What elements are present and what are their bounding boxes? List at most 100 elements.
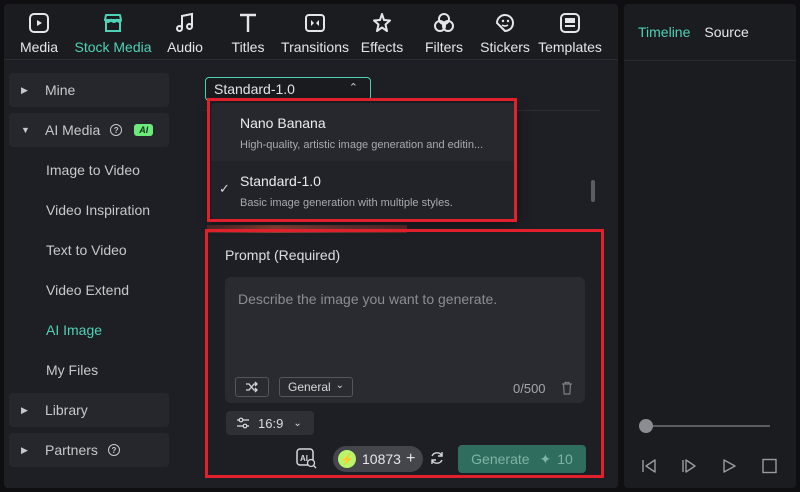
sidebar-item-label: Text to Video [46,242,127,258]
tool-effects[interactable]: Effects [360,4,404,60]
char-count: 0/500 [513,381,546,396]
sidebar-item-label: My Files [46,362,99,378]
sidebar-item-label: Library [45,402,88,418]
prompt-placeholder: Describe the image you want to generate. [238,291,498,307]
option-title: Standard-1.0 [240,173,321,189]
music-note-icon [172,10,198,36]
refresh-icon[interactable] [429,450,445,466]
lightning-icon: ⚡ [338,450,356,468]
playback-controls [640,458,778,474]
top-toolbar: Media Stock Media Audio Titles Transitio… [4,4,618,60]
sidebar-item-ai-image[interactable]: AI Image [9,313,169,347]
next-frame-icon[interactable] [680,458,698,474]
stock-media-icon [100,10,126,36]
text-t-icon [235,10,261,36]
generate-label: Generate [471,451,530,467]
sidebar-item-label: Mine [45,82,76,98]
sidebar-item-my-files[interactable]: My Files [9,353,169,387]
sidebar-item-video-inspiration[interactable]: Video Inspiration [9,193,169,227]
model-dropdown-menu: Nano Banana High-quality, artistic image… [211,103,517,219]
media-icon [26,10,52,36]
ai-image-content: Standard-1.0 ⌃ Nano Banana High-quality,… [189,61,618,488]
caret-right-icon: ▶ [21,84,28,95]
ai-badge: AI [134,124,154,136]
shuffle-icon [246,381,258,393]
tool-label: Transitions [281,39,349,55]
chevron-down-icon: ⌄ [335,380,344,391]
sidebar-item-mine[interactable]: ▶ Mine [9,73,169,107]
playhead-track[interactable] [646,425,770,427]
sidebar: ▶ Mine ▼ AI Media ? AI Image to Video Vi… [4,61,189,488]
tool-filters[interactable]: Filters [424,4,464,60]
generate-cost: 10 [557,451,573,467]
model-select[interactable]: Standard-1.0 ⌃ [205,77,371,101]
tool-label: Templates [538,39,602,55]
aspect-ratio-select[interactable]: 16:9 ⌄ [226,411,314,435]
ai-image-detect-icon[interactable]: AI [295,447,317,469]
tool-label: Stock Media [74,39,152,55]
dropdown-option-nano-banana[interactable]: Nano Banana High-quality, artistic image… [211,103,517,161]
plus-icon: + [405,450,416,467]
help-icon[interactable]: ? [107,444,120,456]
sidebar-item-ai-media[interactable]: ▼ AI Media ? AI [9,113,169,147]
caret-down-icon: ▼ [21,125,30,135]
tool-transitions[interactable]: Transitions [281,4,349,60]
templates-icon [557,10,583,36]
sidebar-item-library[interactable]: ▶ Library [9,393,169,427]
stop-icon[interactable] [760,458,778,474]
style-select-value: General [288,380,331,394]
tool-templates[interactable]: Templates [538,4,602,60]
sidebar-item-label: Video Extend [46,282,130,298]
sidebar-item-label: AI Media [45,122,101,138]
generate-button[interactable]: Generate ✦ 10 [458,445,586,473]
style-select[interactable]: General ⌄ [279,377,353,397]
tool-label: Filters [424,39,464,55]
sidebar-item-image-to-video[interactable]: Image to Video [9,153,169,187]
prompt-input[interactable]: Describe the image you want to generate.… [225,277,585,403]
tool-titles[interactable]: Titles [230,4,266,60]
main-panel: Media Stock Media Audio Titles Transitio… [4,4,618,488]
help-icon[interactable]: ? [110,124,123,136]
option-title: Nano Banana [240,115,326,131]
sidebar-item-label: Video Inspiration [46,202,151,218]
shuffle-button[interactable] [235,377,269,397]
prompt-area: Prompt (Required) Describe the image you… [205,235,601,481]
model-select-value: Standard-1.0 [214,81,295,97]
credits-balance[interactable]: ⚡ 10873 + [333,446,423,472]
trash-icon[interactable] [561,381,573,395]
sticker-icon [492,10,518,36]
right-panel: Timeline Source [624,4,796,488]
tool-stock-media[interactable]: Stock Media [74,4,152,60]
playhead-knob[interactable] [639,419,653,433]
tool-label: Stickers [480,39,530,55]
tool-audio[interactable]: Audio [166,4,204,60]
caret-right-icon: ▶ [21,404,28,415]
tool-label: Media [19,39,59,55]
previous-frame-icon[interactable] [640,458,658,474]
tab-timeline[interactable]: Timeline [638,24,690,40]
sidebar-item-video-extend[interactable]: Video Extend [9,273,169,307]
sliders-icon [237,417,249,429]
filters-icon [431,10,457,36]
sidebar-item-label: Image to Video [46,162,140,178]
caret-right-icon: ▶ [21,444,28,455]
tool-media[interactable]: Media [20,4,58,60]
chevron-down-icon: ⌄ [293,417,302,429]
dropdown-option-standard[interactable]: ✓ Standard-1.0 Basic image generation wi… [211,161,517,219]
tool-label: Audio [167,39,203,55]
sidebar-item-partners[interactable]: ▶ Partners ? [9,433,169,467]
sidebar-item-label: Partners [45,442,98,458]
credits-value: 10873 [362,451,401,467]
play-icon[interactable] [720,458,738,474]
preview-image-strip [207,225,407,233]
tab-source[interactable]: Source [704,24,748,40]
svg-text:AI: AI [300,454,308,463]
tool-stickers[interactable]: Stickers [480,4,530,60]
right-panel-tabs: Timeline Source [624,4,796,61]
tool-label: Effects [360,39,404,55]
option-description: Basic image generation with multiple sty… [240,197,453,209]
prompt-label: Prompt (Required) [225,247,341,263]
sidebar-item-text-to-video[interactable]: Text to Video [9,233,169,267]
scrollbar[interactable] [591,180,595,202]
option-description: High-quality, artistic image generation … [240,139,484,151]
